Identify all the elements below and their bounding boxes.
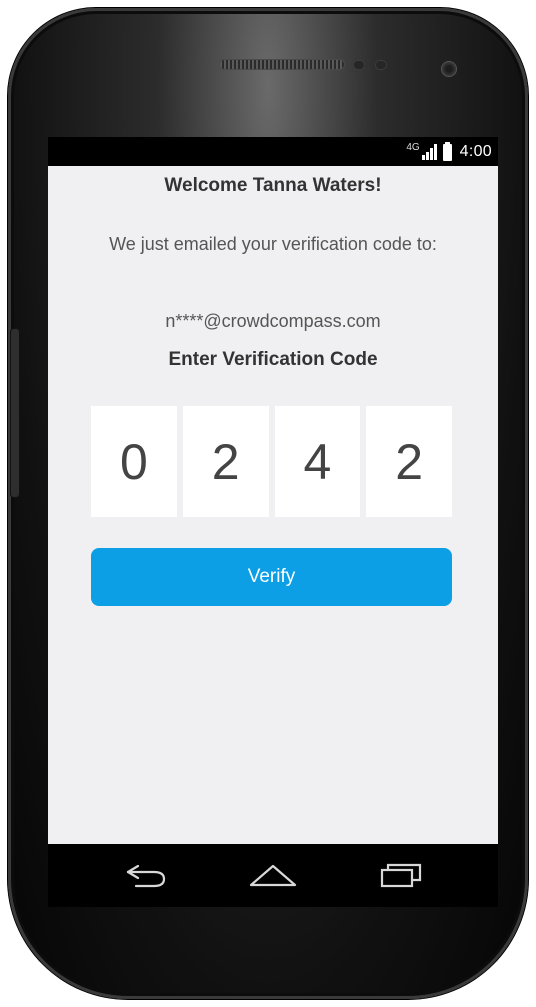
light-sensor <box>376 61 386 69</box>
verification-view: Welcome Tanna Waters! We just emailed yo… <box>48 166 498 844</box>
code-digit-4[interactable]: 2 <box>366 406 452 517</box>
code-digit-3[interactable]: 4 <box>274 406 361 517</box>
device-screen: 4G 4:00 Welcome Tanna Waters! We just em… <box>48 137 498 907</box>
network-type-label: 4G <box>406 141 420 153</box>
navigation-bar <box>48 844 498 907</box>
code-digit-1[interactable]: 0 <box>91 406 177 517</box>
recent-apps-icon[interactable] <box>378 862 424 888</box>
welcome-title: Welcome Tanna Waters! <box>164 175 382 196</box>
status-icons: 4G 4:00 <box>406 141 492 163</box>
status-bar: 4G 4:00 <box>48 137 498 166</box>
volume-key <box>10 328 20 498</box>
battery-icon <box>442 141 452 161</box>
back-icon[interactable] <box>124 862 170 888</box>
earpiece-speaker <box>220 60 344 69</box>
verification-code-input: 0 2 4 2 <box>91 406 452 517</box>
verify-button[interactable]: Verify <box>91 548 452 606</box>
proximity-sensor <box>354 61 364 69</box>
masked-email: n****@crowdcompass.com <box>165 311 381 331</box>
home-icon[interactable] <box>248 862 298 888</box>
status-time: 4:00 <box>459 143 492 160</box>
front-camera <box>442 62 456 76</box>
signal-strength-icon <box>421 144 437 160</box>
enter-code-label: Enter Verification Code <box>168 349 378 370</box>
verification-message: We just emailed your verification code t… <box>109 234 437 254</box>
code-digit-2[interactable]: 2 <box>182 406 269 517</box>
